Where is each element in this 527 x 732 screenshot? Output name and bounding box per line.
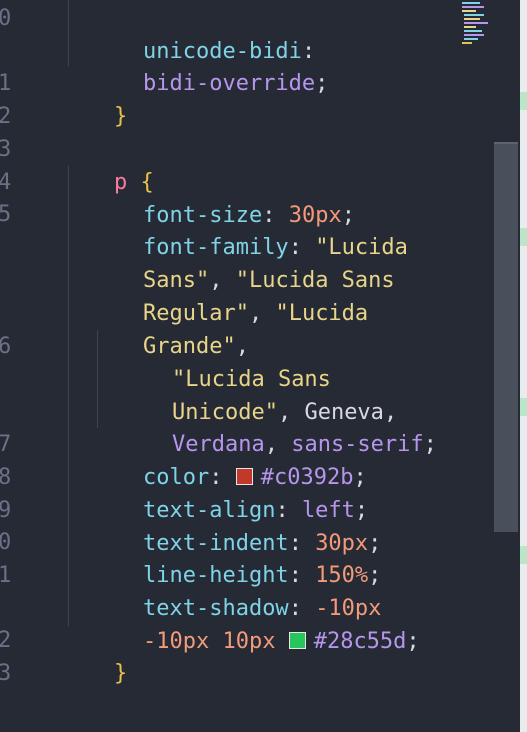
css-number: -10px	[142, 629, 210, 654]
color-swatch[interactable]	[288, 632, 306, 649]
code-line: }	[61, 624, 127, 723]
panel-edge-marker	[520, 92, 527, 110]
line-number: 2	[0, 104, 12, 129]
line-number: 9	[0, 498, 12, 523]
css-number: 10px	[222, 629, 276, 654]
closing-brace: }	[113, 104, 128, 129]
indent-guide	[68, 0, 69, 66]
minimap[interactable]	[460, 0, 493, 48]
line-number: 2	[0, 628, 12, 653]
scrollbar-thumb[interactable]	[494, 142, 518, 532]
indent-guide	[68, 166, 69, 626]
panel-edge-marker	[520, 398, 527, 416]
line-number: 3	[0, 661, 12, 686]
line-number: 5	[0, 202, 12, 227]
line-number-gutter: 0 1 2 3 4 5 6 7 8 9 0 1 2 3	[0, 0, 20, 732]
line-number: 1	[0, 71, 12, 96]
line-number: 3	[0, 137, 12, 162]
panel-edge-marker	[520, 546, 527, 564]
line-number: 1	[0, 563, 12, 588]
line-number: 0	[0, 530, 12, 555]
line-number: 6	[0, 334, 12, 359]
css-string: "Lucida	[275, 301, 369, 326]
line-number: 7	[0, 432, 12, 457]
css-color-value: #28c55d	[313, 629, 407, 654]
code-line: -10px 10px #28c55d;	[142, 629, 420, 654]
line-number: 8	[0, 465, 12, 490]
closing-brace: }	[113, 661, 128, 686]
punctuation: ;	[315, 71, 329, 96]
css-value: bidi-override	[142, 71, 316, 96]
panel-edge-marker	[520, 228, 527, 246]
code-editor[interactable]: 0 1 2 3 4 5 6 7 8 9 0 1 2 3 unicode-bidi…	[0, 0, 493, 732]
line-number: 0	[0, 6, 12, 31]
line-number: 4	[0, 170, 12, 195]
